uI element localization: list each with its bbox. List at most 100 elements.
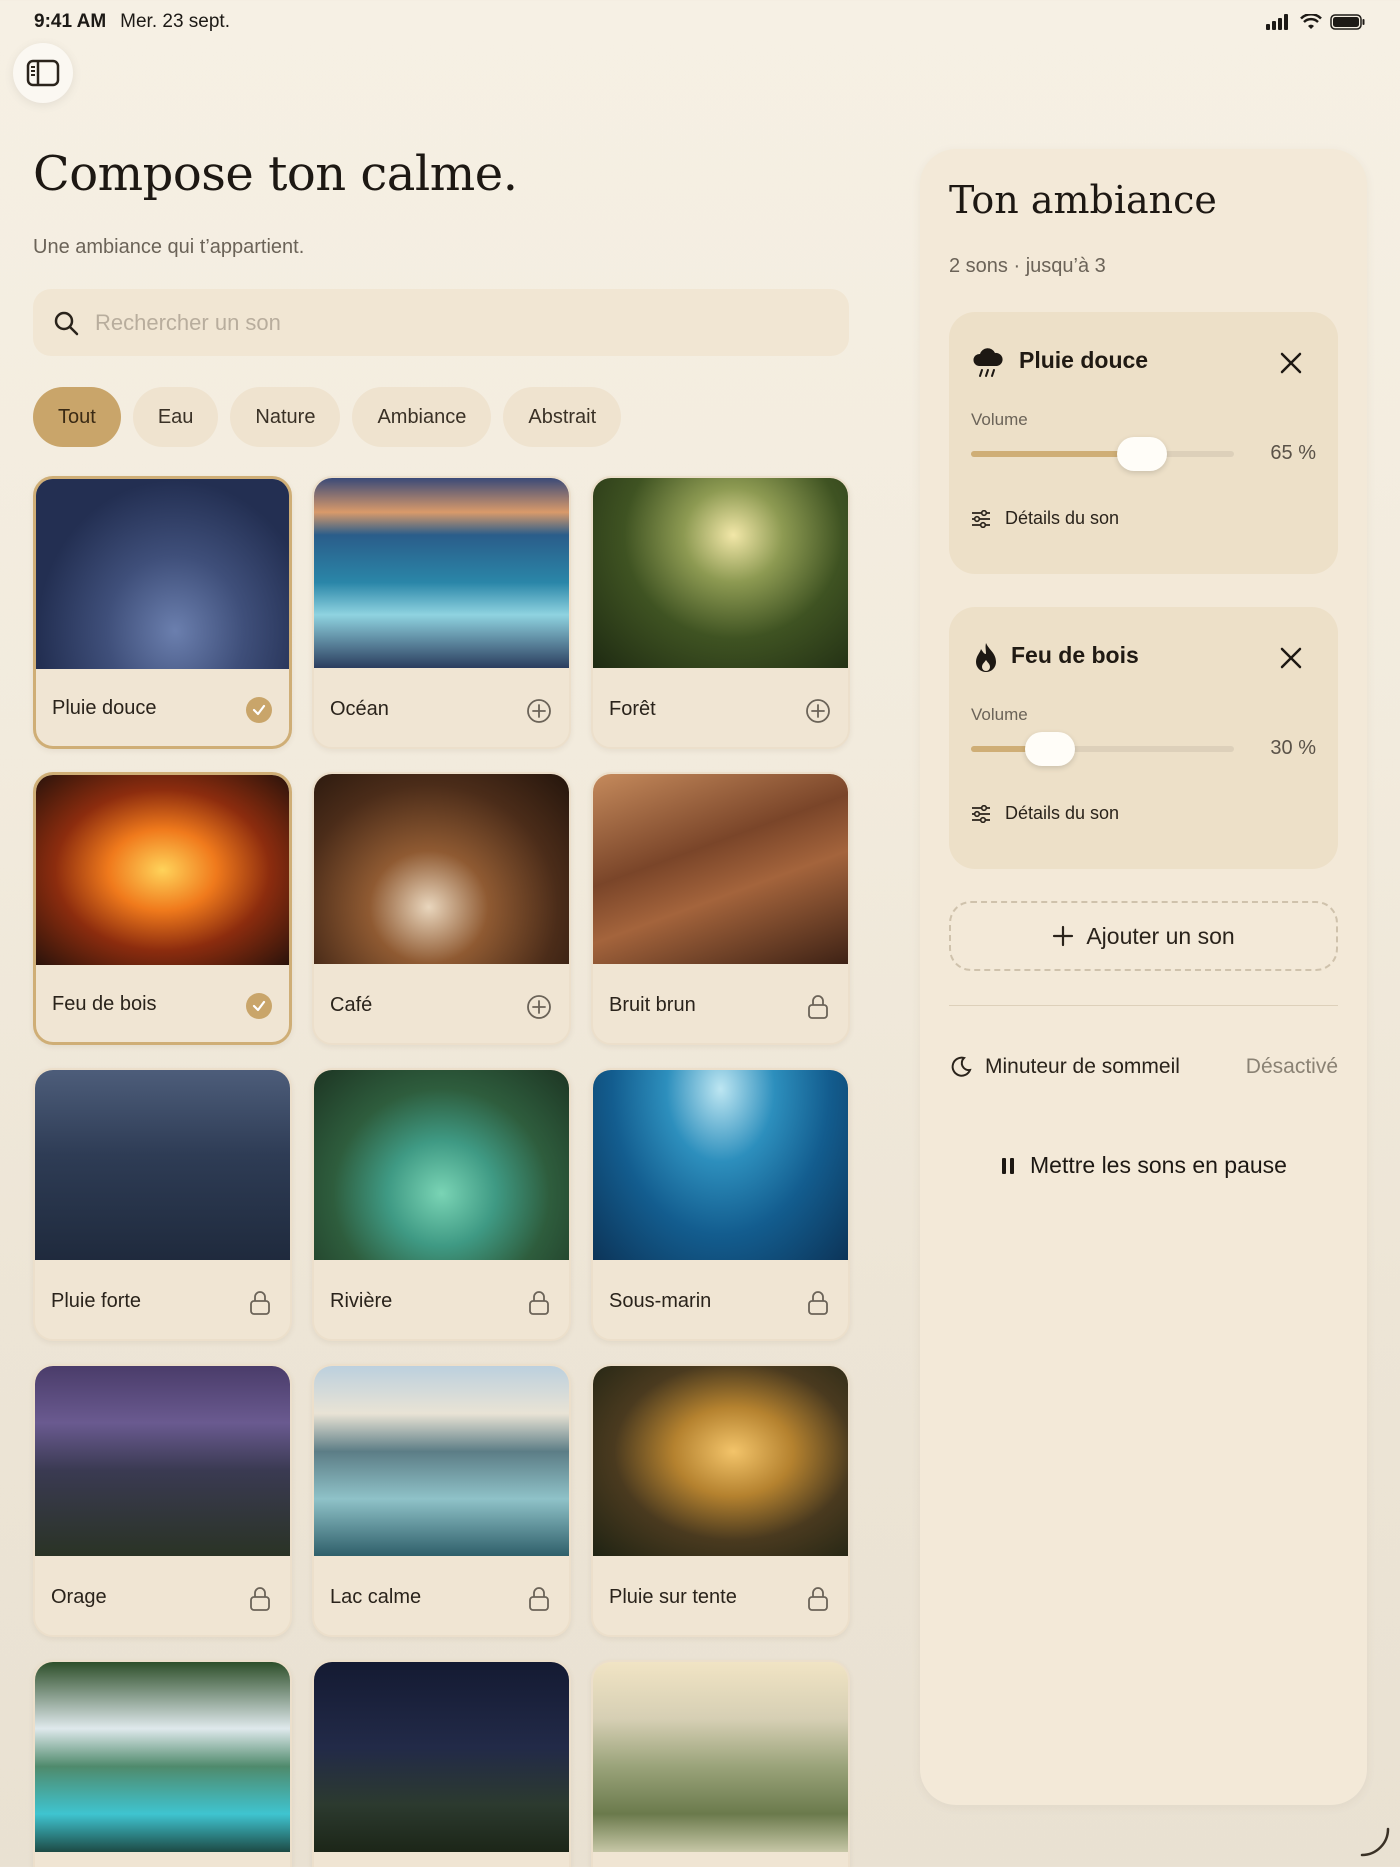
search-input[interactable] (95, 309, 835, 336)
lock-icon (525, 1289, 553, 1317)
sound-grid: Pluie douce Océan Forêt Feu de bois Café Brui… (33, 476, 850, 1867)
sound-card[interactable]: Pluie sur tente (591, 1364, 850, 1637)
sound-card[interactable]: Sous-marin (591, 1068, 850, 1341)
sound-thumbnail (36, 775, 289, 965)
pause-sounds-button[interactable]: Mettre les sons en pause (920, 1152, 1367, 1179)
add-circle-icon[interactable] (804, 697, 832, 725)
mix-name: Feu de bois (1011, 642, 1139, 668)
lock-icon (525, 1585, 553, 1613)
sound-thumbnail (314, 1070, 569, 1260)
sidebar-toggle-button[interactable] (13, 43, 73, 103)
volume-slider[interactable] (971, 732, 1234, 766)
sound-label: Forêt (609, 698, 656, 720)
sidebar-icon (26, 59, 60, 87)
volume-value: 65 % (1270, 442, 1316, 464)
sliders-icon (972, 804, 990, 823)
sound-thumbnail (314, 1662, 569, 1852)
lock-icon (804, 993, 832, 1021)
moon-icon (951, 1056, 972, 1077)
mix-card-feu-de-bois: Feu de bois Volume 30 % Détails du son (949, 607, 1338, 869)
status-time: 9:41 AM (34, 11, 107, 32)
status-bar: 9:41 AM Mer. 23 sept. (0, 0, 1400, 44)
sound-card[interactable]: Rivière (312, 1068, 571, 1341)
filter-chip-eau[interactable]: Eau (132, 387, 219, 447)
ambiance-panel: Ton ambiance 2 sons · jusqu’à 3 Pluie do… (920, 149, 1367, 1805)
filter-chip-nature[interactable]: Nature (230, 387, 341, 447)
pause-label: Mettre les sons en pause (1030, 1152, 1287, 1178)
close-icon[interactable] (1278, 350, 1304, 376)
sound-thumbnail (593, 1070, 848, 1260)
volume-value: 30 % (1270, 737, 1316, 759)
sleep-timer-row[interactable]: Minuteur de sommeil Désactivé (949, 1055, 1338, 1079)
volume-slider[interactable] (971, 437, 1234, 471)
wifi-icon (1300, 14, 1322, 29)
sound-card[interactable]: Océan (312, 476, 571, 749)
sound-thumbnail (35, 1366, 290, 1556)
sound-thumbnail (593, 774, 848, 964)
sound-label: Lac calme (330, 1586, 422, 1608)
sound-label: Sous-marin (609, 1290, 712, 1312)
sound-label: Café (330, 994, 373, 1016)
pause-icon (1002, 1157, 1014, 1174)
sound-thumbnail (314, 478, 569, 668)
volume-slider-thumb[interactable] (1116, 437, 1167, 471)
close-icon[interactable] (1278, 645, 1304, 671)
search-bar[interactable] (33, 289, 849, 356)
sound-label: Océan (330, 698, 389, 720)
sleep-timer-value: Désactivé (1245, 1055, 1338, 1078)
sound-label: Feu de bois (52, 993, 157, 1015)
mix-name: Pluie douce (1019, 347, 1149, 373)
cellular-signal-icon (1266, 14, 1288, 30)
sound-label: Pluie forte (51, 1290, 142, 1312)
page-subtitle: Une ambiance qui t’appartient. (33, 236, 305, 258)
flame-icon (971, 641, 1001, 680)
sound-card[interactable]: Orage (33, 1364, 292, 1637)
battery-icon (1330, 14, 1365, 30)
sound-thumbnail (36, 479, 289, 669)
filter-chip-tout[interactable]: Tout (33, 387, 121, 447)
volume-label: Volume (971, 705, 1028, 724)
sound-thumbnail (593, 1662, 848, 1852)
sound-card[interactable] (591, 1660, 850, 1867)
sound-thumbnail (314, 774, 569, 964)
checkmark-icon (245, 992, 273, 1020)
sound-card[interactable]: Bruit brun (591, 772, 850, 1045)
volume-slider-thumb[interactable] (1024, 732, 1075, 766)
divider (949, 1005, 1338, 1006)
sound-thumbnail (593, 1366, 848, 1556)
sound-details-button[interactable]: Détails du son (971, 803, 1119, 824)
sound-card[interactable] (33, 1660, 292, 1867)
sound-label: Pluie sur tente (609, 1586, 737, 1608)
add-circle-icon[interactable] (525, 697, 553, 725)
sleep-timer-label: Minuteur de sommeil (985, 1055, 1180, 1078)
add-circle-icon[interactable] (525, 993, 553, 1021)
sound-card[interactable]: Feu de bois (33, 772, 292, 1045)
sound-card[interactable]: Pluie douce (33, 476, 292, 749)
mix-card-pluie-douce: Pluie douce Volume 65 % Détails du son (949, 312, 1338, 574)
add-sound-button[interactable]: Ajouter un son (949, 901, 1338, 971)
details-label: Détails du son (1005, 508, 1120, 528)
filter-chips: Tout Eau Nature Ambiance Abstrait (33, 387, 622, 447)
sliders-icon (972, 509, 990, 528)
sound-card[interactable] (312, 1660, 571, 1867)
sound-card[interactable]: Forêt (591, 476, 850, 749)
search-icon (54, 311, 79, 335)
panel-title: Ton ambiance (949, 178, 1217, 222)
volume-label: Volume (971, 410, 1028, 429)
sound-label: Orage (51, 1586, 107, 1608)
filter-chip-abstrait[interactable]: Abstrait (503, 387, 622, 447)
filter-chip-ambiance[interactable]: Ambiance (352, 387, 492, 447)
sound-label: Rivière (330, 1290, 393, 1312)
sound-card[interactable]: Pluie forte (33, 1068, 292, 1341)
sound-card[interactable]: Café (312, 772, 571, 1045)
sound-thumbnail (314, 1366, 569, 1556)
sound-label: Bruit brun (609, 994, 696, 1016)
sound-thumbnail (593, 478, 848, 668)
sound-card[interactable]: Lac calme (312, 1364, 571, 1637)
details-label: Détails du son (1005, 803, 1120, 823)
lock-icon (804, 1289, 832, 1317)
sound-details-button[interactable]: Détails du son (971, 508, 1119, 529)
panel-subtitle: 2 sons · jusqu’à 3 (949, 255, 1106, 277)
resize-handle-icon (1360, 1827, 1390, 1857)
add-sound-label: Ajouter un son (1086, 922, 1235, 949)
